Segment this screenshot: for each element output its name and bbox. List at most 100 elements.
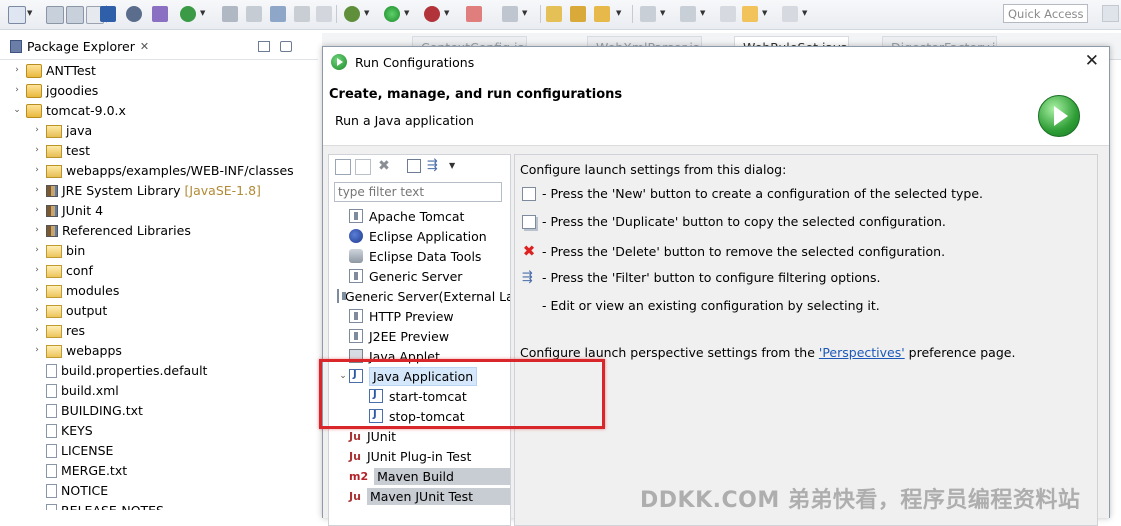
configuration-type-item[interactable]: m2 Maven Build (329, 466, 510, 486)
junit-icon: Ju (349, 489, 361, 503)
expand-toggle-icon[interactable]: › (30, 145, 44, 155)
tree-item[interactable]: NOTICE (30, 480, 108, 500)
configuration-type-item[interactable]: J2EE Preview (329, 326, 510, 346)
tree-item[interactable]: › bin (30, 240, 85, 260)
configuration-type-item[interactable]: Eclipse Application (329, 226, 510, 246)
tree-item-label: modules (66, 282, 120, 298)
dialog-close-icon[interactable]: ✕ (1085, 51, 1099, 71)
back-icon[interactable] (742, 6, 758, 22)
source-folder-icon (46, 165, 62, 178)
debug-icon[interactable] (344, 6, 360, 22)
open-folder-icon[interactable] (546, 6, 562, 22)
tree-item[interactable]: › webapps (30, 340, 122, 360)
open-task-icon[interactable] (270, 6, 286, 22)
config-label: Generic Server (369, 268, 463, 284)
save-all-icon[interactable] (66, 6, 84, 24)
new-java-project-icon[interactable] (152, 6, 168, 22)
source-folder-icon (46, 125, 62, 138)
configuration-type-item[interactable]: Generic Server (329, 266, 510, 286)
filter-dropdown-icon[interactable]: ▼ (449, 159, 463, 173)
server-icon[interactable] (502, 6, 518, 22)
configuration-type-item[interactable]: Apache Tomcat (329, 206, 510, 226)
tree-item[interactable]: build.xml (30, 380, 119, 400)
expand-toggle-icon[interactable]: › (30, 125, 44, 135)
config-label: J2EE Preview (369, 328, 450, 344)
configuration-type-item[interactable]: Ju JUnit Plug-in Test (329, 446, 510, 466)
expand-toggle-icon[interactable]: › (30, 205, 44, 215)
tree-item[interactable]: › conf (30, 260, 93, 280)
collapse-all-icon[interactable] (407, 159, 421, 173)
open-resource-icon[interactable] (570, 6, 586, 22)
expand-toggle-icon[interactable]: › (30, 165, 44, 175)
open-perspective-icon[interactable] (1102, 5, 1119, 22)
prev-annotation-icon[interactable] (680, 6, 696, 22)
config-label: Apache Tomcat (369, 208, 465, 224)
run-icon[interactable] (384, 6, 400, 22)
tree-item[interactable]: › webapps/examples/WEB-INF/classes (30, 160, 294, 180)
configuration-type-item[interactable]: Eclipse Data Tools (329, 246, 510, 266)
expand-toggle-icon[interactable]: › (30, 345, 44, 355)
collapse-all-icon[interactable] (258, 41, 270, 52)
tree-item[interactable]: › Referenced Libraries (30, 220, 191, 240)
link-with-editor-icon[interactable] (280, 41, 292, 52)
tree-item[interactable]: build.properties.default (30, 360, 207, 380)
expand-toggle-icon[interactable]: › (30, 305, 44, 315)
tree-item[interactable]: › modules (30, 280, 119, 300)
tree-item[interactable]: MERGE.txt (30, 460, 127, 480)
tree-item[interactable]: KEYS (30, 420, 93, 440)
close-icon[interactable]: ✕ (140, 40, 149, 53)
expand-toggle-icon[interactable]: › (30, 245, 44, 255)
expand-toggle-icon[interactable]: › (30, 285, 44, 295)
duplicate-icon[interactable] (355, 159, 371, 175)
save-icon[interactable] (46, 6, 64, 24)
tree-item[interactable]: ⌄ tomcat-9.0.x (10, 100, 126, 120)
tree-item[interactable]: › output (30, 300, 107, 320)
search-icon[interactable] (222, 6, 238, 22)
skip-breakpoints-icon[interactable] (126, 6, 142, 22)
expand-toggle-icon[interactable]: › (30, 325, 44, 335)
toggle-icon[interactable] (294, 6, 310, 22)
tree-item[interactable]: › ANTTest (10, 60, 96, 80)
new-config-icon[interactable] (335, 159, 351, 175)
expand-toggle-icon[interactable]: › (30, 185, 44, 195)
tree-item[interactable]: › java (30, 120, 92, 140)
expand-toggle-icon[interactable]: › (30, 265, 44, 275)
configuration-type-item[interactable]: HTTP Preview (329, 306, 510, 326)
tree-item[interactable]: › test (30, 140, 90, 160)
refresh-icon[interactable] (180, 6, 196, 22)
tree-item[interactable]: RELEASE-NOTES (30, 500, 164, 510)
toggle-block-icon[interactable] (316, 6, 332, 22)
new-icon[interactable] (8, 6, 26, 24)
open-type-icon[interactable] (246, 6, 262, 22)
file-icon (46, 483, 57, 498)
configuration-type-item[interactable]: Ju JUnit (329, 426, 510, 446)
expand-toggle-icon[interactable]: › (30, 225, 44, 235)
tree-item[interactable]: › res (30, 320, 85, 340)
configuration-type-item[interactable]: Generic Server(External Launch) (329, 286, 510, 306)
tree-item[interactable]: › JRE System Library [JavaSE-1.8] (30, 180, 261, 200)
stop-server-icon[interactable] (466, 6, 482, 22)
external-tools-icon[interactable] (424, 6, 440, 22)
project-icon (26, 64, 42, 78)
last-edit-icon[interactable] (720, 6, 736, 22)
tree-item[interactable]: LICENSE (30, 440, 113, 460)
forward-icon[interactable] (782, 6, 798, 22)
tree-item[interactable]: BUILDING.txt (30, 400, 143, 420)
tree-item-label: MERGE.txt (61, 462, 128, 478)
quick-access-input[interactable]: Quick Access (1003, 4, 1088, 23)
tree-item[interactable]: › JUnit 4 (30, 200, 103, 220)
new-dropdown-icon[interactable]: ▼ (27, 9, 32, 17)
expand-toggle-icon[interactable]: ⌄ (10, 105, 24, 115)
next-annotation-icon[interactable] (640, 6, 656, 22)
perspectives-link[interactable]: 'Perspectives' (819, 345, 905, 360)
tree-item[interactable]: › jgoodies (10, 80, 98, 100)
pen-icon[interactable] (594, 6, 610, 22)
expand-toggle-icon[interactable]: › (10, 65, 24, 75)
configuration-type-item[interactable]: Ju Maven JUnit Test (329, 486, 510, 506)
delete-icon[interactable]: ✖ (377, 159, 391, 173)
tab-package-explorer[interactable]: Package Explorer ✕ (4, 35, 155, 57)
terminal-icon[interactable] (100, 6, 116, 22)
filter-icon[interactable]: ⇶ (427, 159, 441, 173)
filter-input[interactable] (334, 182, 502, 202)
expand-toggle-icon[interactable]: › (10, 85, 24, 95)
